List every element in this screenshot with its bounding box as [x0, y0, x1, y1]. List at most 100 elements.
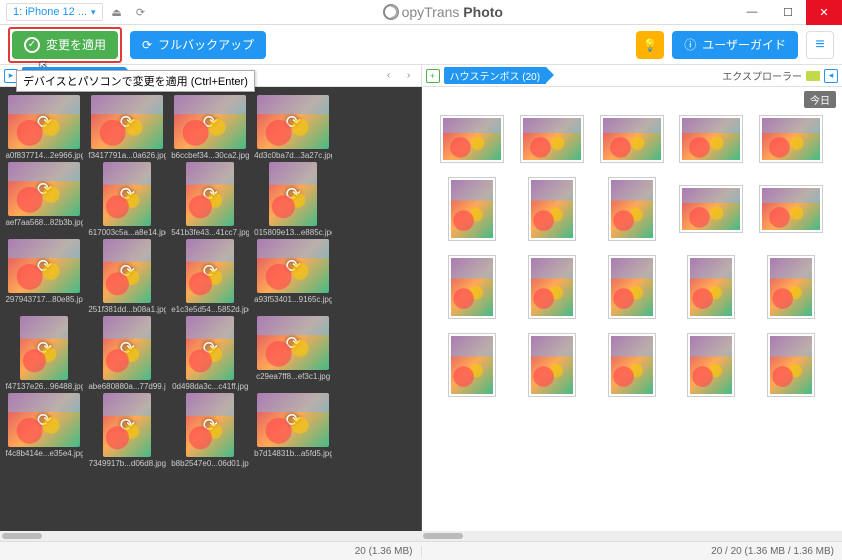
- breadcrumb-right[interactable]: ハウステンボス (20): [444, 67, 547, 84]
- filename-label: 7349917b...d06d8.jpg: [89, 459, 166, 468]
- filename-label: b7d14831b...a5fd5.jpg: [254, 449, 332, 458]
- info-icon: ⓘ: [684, 36, 696, 53]
- user-guide-button[interactable]: ⓘ ユーザーガイド: [672, 31, 798, 59]
- device-thumb[interactable]: ⟳ 4d3c0ba7d...3a27c.jpg: [253, 95, 334, 160]
- eject-icon[interactable]: ⏏: [107, 2, 127, 22]
- sync-icon: ⟳: [257, 95, 329, 149]
- explorer-thumb[interactable]: [599, 333, 665, 397]
- explorer-thumb[interactable]: [519, 177, 585, 241]
- device-thumb[interactable]: ⟳617003c5a...a8e14.jpg: [87, 162, 168, 237]
- explorer-thumb[interactable]: [599, 255, 665, 319]
- full-backup-button[interactable]: ⟳ フルバックアップ: [130, 31, 266, 59]
- device-thumb[interactable]: ⟳ b7d14831b...a5fd5.jpg: [253, 393, 334, 468]
- explorer-thumb[interactable]: [758, 115, 824, 163]
- device-thumb[interactable]: ⟳ a93f53401...9165c.jpg: [253, 239, 334, 314]
- filename-label: b8b2547e0...06d01.jpg: [171, 459, 249, 468]
- device-thumb[interactable]: ⟳abe680880a...77d99.jpg: [87, 316, 168, 391]
- filename-label: 0d498da3c...c41ff.jpg: [172, 382, 248, 391]
- filename-label: e1c3e5d54...5852d.jpg: [171, 305, 249, 314]
- explorer-thumb[interactable]: [599, 115, 665, 163]
- filename-label: abe680880a...77d99.jpg: [88, 382, 166, 391]
- close-button[interactable]: ✕: [806, 0, 842, 25]
- horizontal-scrollbar[interactable]: [0, 531, 842, 541]
- filename-label: aef7aa568...82b3b.jpg: [5, 218, 83, 227]
- chevron-down-icon: ▾: [91, 7, 96, 18]
- sync-icon: ⟳: [257, 393, 329, 447]
- device-label: 1: iPhone 12 ...: [13, 6, 87, 18]
- explorer-thumb[interactable]: [440, 255, 506, 319]
- explorer-thumb[interactable]: [440, 333, 506, 397]
- device-thumb[interactable]: ⟳015809e13...e885c.jpg: [253, 162, 334, 237]
- explorer-thumb[interactable]: [440, 115, 506, 163]
- explorer-thumb[interactable]: [679, 333, 745, 397]
- filename-label: f3417791a...0a626.jpg: [88, 151, 166, 160]
- lightbulb-icon: 💡: [643, 38, 658, 52]
- explorer-thumb[interactable]: [599, 177, 665, 241]
- sync-icon: ⟳: [103, 162, 151, 226]
- filename-label: 015809e13...e885c.jpg: [254, 228, 332, 237]
- device-thumb[interactable]: ⟳ c29ea7ff8...ef3c1.jpg: [253, 316, 334, 391]
- sync-icon: ⟳: [257, 239, 329, 293]
- device-thumb[interactable]: ⟳b8b2547e0...06d01.jpg: [170, 393, 251, 468]
- sync-icon: ⟳: [8, 239, 80, 293]
- explorer-thumb[interactable]: [679, 255, 745, 319]
- minimize-button[interactable]: ―: [734, 0, 770, 25]
- device-thumb[interactable]: ⟳b6ccbef34...30ca2.jpg: [170, 95, 251, 160]
- refresh-icon[interactable]: ⟳: [131, 2, 151, 22]
- filename-label: a93f53401...9165c.jpg: [254, 295, 332, 304]
- nav-forward-button[interactable]: ›: [401, 70, 417, 81]
- explorer-thumb[interactable]: [679, 115, 745, 163]
- highlight-apply: ✓ 変更を適用 ↖: [8, 27, 122, 63]
- explorer-panel[interactable]: 今日: [421, 87, 842, 531]
- app-logo-icon: [382, 3, 400, 21]
- tips-button[interactable]: 💡: [636, 31, 664, 59]
- device-selector[interactable]: 1: iPhone 12 ... ▾: [6, 3, 103, 21]
- device-thumb[interactable]: ⟳e1c3e5d54...5852d.jpg: [170, 239, 251, 314]
- device-thumb[interactable]: ⟳297943717...80e85.jpg: [4, 239, 85, 314]
- status-left: 20 (1.36 MB): [0, 546, 421, 557]
- filename-label: 251f381dd...b08a1.jpg: [88, 305, 166, 314]
- explorer-thumb[interactable]: [519, 255, 585, 319]
- nav-back-button[interactable]: ‹: [381, 70, 397, 81]
- explorer-thumb[interactable]: [758, 333, 824, 397]
- date-badge: 今日: [804, 91, 836, 108]
- folder-icon[interactable]: [806, 71, 820, 81]
- add-button[interactable]: +: [426, 69, 440, 83]
- sync-icon: ⟳: [8, 393, 80, 447]
- toolbar: ✓ 変更を適用 ↖ ⟳ フルバックアップ 💡 ⓘ ユーザーガイド ≡: [0, 25, 842, 65]
- sync-icon: ⟳: [186, 162, 234, 226]
- device-thumb[interactable]: ⟳ 541b3fe43...41cc7.jpg: [170, 162, 251, 237]
- sync-icon: ⟳: [257, 316, 329, 370]
- device-thumb[interactable]: ⟳0d498da3c...c41ff.jpg: [170, 316, 251, 391]
- maximize-button[interactable]: ☐: [770, 0, 806, 25]
- explorer-thumb[interactable]: [440, 177, 506, 241]
- filename-label: 4d3c0ba7d...3a27c.jpg: [254, 151, 332, 160]
- panel-toggle-right-button[interactable]: ◂: [824, 69, 838, 83]
- explorer-label: エクスプローラー: [722, 68, 802, 83]
- explorer-thumb[interactable]: [519, 115, 585, 163]
- status-bar: 20 (1.36 MB) 20 / 20 (1.36 MB / 1.36 MB): [0, 541, 842, 560]
- explorer-thumb[interactable]: [519, 333, 585, 397]
- sync-icon: ⟳: [174, 95, 246, 149]
- hamburger-menu-button[interactable]: ≡: [806, 31, 834, 59]
- device-thumb[interactable]: ⟳7349917b...d06d8.jpg: [87, 393, 168, 468]
- sync-icon: ⟳: [103, 239, 151, 303]
- device-thumb[interactable]: ⟳f3417791a...0a626.jpg: [87, 95, 168, 160]
- device-panel[interactable]: ⟳a0f837714...2e966.jpg⟳f3417791a...0a626…: [0, 87, 421, 531]
- device-thumb[interactable]: ⟳ f4c8b414e...e35e4.jpg: [4, 393, 85, 468]
- explorer-thumb[interactable]: [758, 177, 824, 241]
- sync-icon: ⟳: [8, 162, 80, 216]
- device-thumb[interactable]: ⟳ 251f381dd...b08a1.jpg: [87, 239, 168, 314]
- apply-changes-button[interactable]: ✓ 変更を適用: [12, 31, 118, 59]
- check-icon: ✓: [24, 37, 40, 53]
- device-thumb[interactable]: ⟳a0f837714...2e966.jpg: [4, 95, 85, 160]
- status-right: 20 / 20 (1.36 MB / 1.36 MB): [421, 546, 842, 557]
- filename-label: f4c8b414e...e35e4.jpg: [5, 449, 83, 458]
- tooltip: デバイスとパソコンで変更を適用 (Ctrl+Enter): [16, 70, 255, 92]
- filename-label: 541b3fe43...41cc7.jpg: [171, 228, 249, 237]
- device-thumb[interactable]: ⟳ aef7aa568...82b3b.jpg: [4, 162, 85, 237]
- explorer-thumb[interactable]: [679, 177, 745, 241]
- filename-label: c29ea7ff8...ef3c1.jpg: [256, 372, 330, 381]
- device-thumb[interactable]: ⟳f47137e26...96488.jpg: [4, 316, 85, 391]
- explorer-thumb[interactable]: [758, 255, 824, 319]
